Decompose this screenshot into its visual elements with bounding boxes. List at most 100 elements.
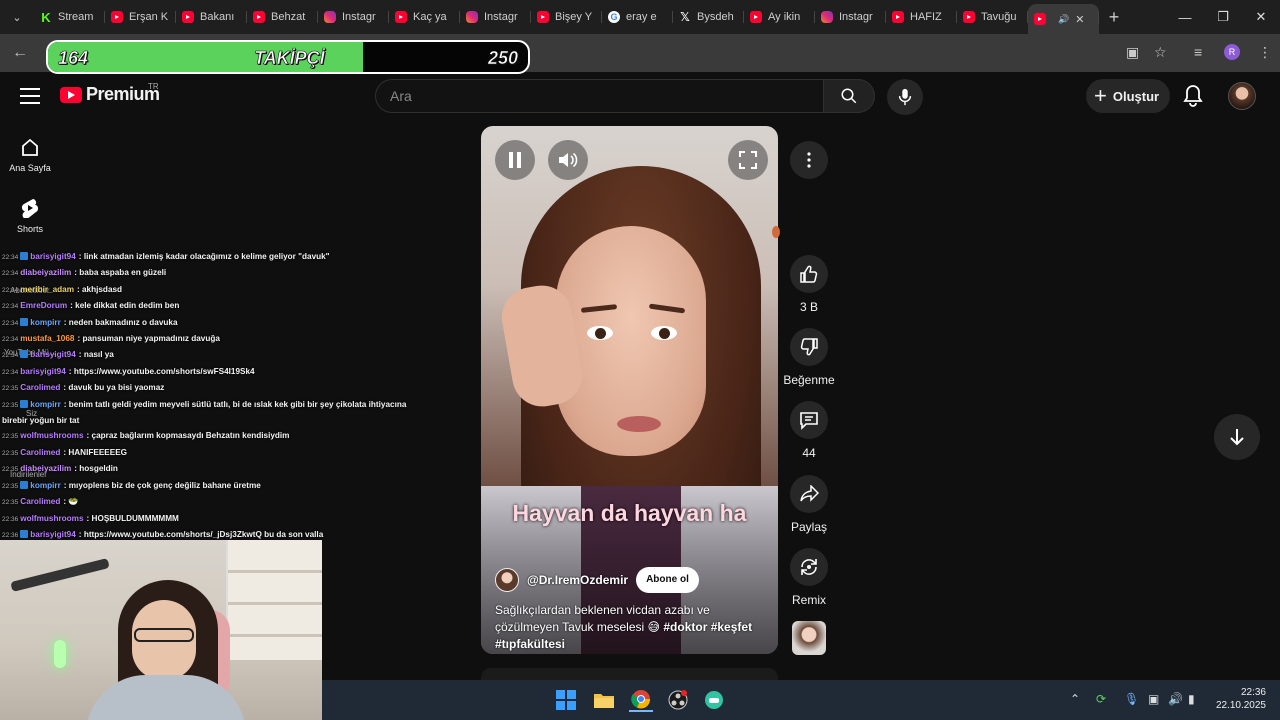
chat-username: barisyigit94	[20, 366, 66, 376]
tray-sync-icon[interactable]: ⟳	[1096, 692, 1106, 706]
channel-row: @Dr.IremOzdemir Abone ol	[495, 567, 699, 593]
browser-tab[interactable]: Bakanı	[176, 3, 247, 31]
comments-button[interactable]: 44	[776, 401, 842, 460]
tab-title: Instagr	[484, 11, 518, 23]
browser-tab[interactable]: Geray e	[602, 3, 673, 31]
chat-timestamp: 22:34	[2, 254, 19, 261]
browser-tab[interactable]: Behzat	[247, 3, 318, 31]
share-button[interactable]: Paylaş	[776, 475, 842, 534]
thumbs-down-icon	[800, 338, 818, 356]
obs-icon[interactable]	[666, 688, 690, 712]
tab-search-chevron-icon[interactable]: ⌄	[0, 0, 34, 34]
remix-button[interactable]: Remix	[776, 548, 842, 607]
tray-volume-icon[interactable]: 🔊	[1168, 692, 1183, 706]
x-icon: 𝕏	[680, 10, 690, 24]
close-window-button[interactable]: ✕	[1242, 0, 1280, 34]
sidebar-item-label: Shorts	[16, 224, 43, 234]
browser-tab[interactable]: Instagr	[460, 3, 531, 31]
back-arrow-icon[interactable]: ←	[12, 44, 28, 62]
file-explorer-icon[interactable]	[592, 688, 616, 712]
chat-message: 22:34 barisyigit94: nasıl ya	[2, 347, 402, 363]
browser-tab[interactable]: Instagr	[815, 3, 886, 31]
tab-title: Bysdeh	[697, 11, 734, 23]
bookmark-star-icon[interactable]: ☆	[1154, 44, 1167, 61]
chat-username: meribir_adam	[20, 284, 74, 294]
pause-button[interactable]	[495, 140, 535, 180]
video-description[interactable]: Sağlıkçılardan beklenen vicdan azabı ve …	[495, 602, 770, 653]
browser-menu-icon[interactable]: ⋮	[1258, 44, 1272, 61]
browser-tab[interactable]: HAFIZ	[886, 3, 957, 31]
chrome-icon[interactable]	[629, 688, 653, 712]
subscribe-button[interactable]: Abone ol	[636, 567, 699, 593]
video-subject-eye	[587, 326, 613, 340]
streamer-glasses	[134, 628, 194, 642]
sidebar-item-home[interactable]: Ana Sayfa	[0, 137, 60, 173]
account-avatar[interactable]	[1228, 82, 1256, 110]
chat-text: HOŞBULDUMMMMMM	[91, 513, 179, 523]
short-video-player[interactable]: Hayvan da hayvan ha @Dr.IremOzdemir Abon…	[481, 126, 778, 654]
tab-title: Ay ikin	[768, 11, 801, 23]
menu-icon[interactable]	[20, 88, 40, 104]
minimize-button[interactable]: —	[1166, 0, 1204, 34]
tray-network-icon[interactable]: ▣	[1148, 692, 1159, 706]
next-short-button[interactable]	[1214, 414, 1260, 460]
chat-username: wolfmushrooms	[20, 513, 84, 523]
chat-badge-icon	[20, 350, 29, 359]
channel-avatar[interactable]	[495, 568, 519, 592]
dislike-button[interactable]: Beğenme	[776, 328, 842, 387]
search-button[interactable]	[823, 79, 875, 113]
install-app-icon[interactable]: ▣	[1126, 44, 1139, 61]
tab-audio-icon[interactable]: 🔊	[1058, 14, 1069, 25]
browser-tab[interactable]: Erşan K	[105, 3, 176, 31]
browser-tab[interactable]: Ay ikin	[744, 3, 815, 31]
streamlabs-icon[interactable]	[702, 688, 726, 712]
sound-thumbnail[interactable]	[792, 621, 826, 655]
channel-name[interactable]: @Dr.IremOzdemir	[527, 573, 628, 587]
video-subject-lips	[617, 416, 661, 432]
browser-tab[interactable]: Bişey Y	[531, 3, 602, 31]
new-tab-button[interactable]: +	[1099, 2, 1129, 32]
media-control-icon[interactable]: ≡	[1194, 44, 1202, 60]
chat-message: 22:34 diabeiyazilim: baba aspaba en güzel…	[2, 265, 402, 281]
taskbar-clock[interactable]: 22:36 22.10.2025	[1206, 686, 1266, 712]
create-button[interactable]: + Oluştur	[1086, 79, 1170, 113]
chat-username: Carolimed	[20, 497, 61, 507]
chat-text: https://www.youtube.com/shorts/swFS4I19S…	[73, 366, 255, 376]
maximize-button[interactable]: ❐	[1204, 0, 1242, 34]
comment-icon	[800, 412, 818, 430]
like-button[interactable]: 3 B	[776, 255, 842, 314]
chat-text: HANIFEEEEEG	[68, 447, 128, 457]
youtube-premium-logo[interactable]: Premium TR	[60, 82, 160, 105]
notifications-bell-icon[interactable]	[1182, 84, 1204, 108]
chat-username: wolfmushrooms	[20, 431, 84, 441]
browser-tab[interactable]: 𝕏 Bysdeh	[673, 3, 744, 31]
chat-username: barisyigit94	[30, 529, 76, 539]
fullscreen-button[interactable]	[728, 140, 768, 180]
chat-badge-icon	[20, 252, 29, 260]
browser-tab[interactable]: Tavuğu	[957, 3, 1028, 31]
tray-chevron-icon[interactable]: ⌃	[1070, 692, 1080, 706]
windows-start-icon[interactable]	[554, 688, 578, 712]
browser-tab[interactable]: 🔊 ✕	[1028, 4, 1099, 34]
browser-tab[interactable]: K Stream	[34, 3, 105, 31]
pause-icon	[509, 152, 521, 168]
voice-search-button[interactable]	[887, 79, 923, 115]
more-options-button[interactable]	[790, 141, 828, 179]
profile-icon[interactable]: R	[1224, 44, 1240, 60]
sidebar-item-shorts[interactable]: Shorts	[0, 198, 60, 234]
browser-tab[interactable]: Instagr	[318, 3, 389, 31]
chat-badge-icon	[20, 399, 29, 408]
tray-mic-icon[interactable]: 🎙	[1124, 692, 1139, 706]
tab-close-icon[interactable]: ✕	[1075, 13, 1084, 26]
follower-current: 164	[58, 48, 89, 69]
chat-timestamp: 22:35	[2, 482, 19, 490]
volume-button[interactable]	[548, 140, 588, 180]
chat-text: link atmadan izlemiş kadar olacağımız o …	[83, 252, 330, 261]
search-input[interactable]: Ara	[375, 79, 823, 113]
chat-username: EmreDorum	[20, 301, 68, 311]
mic-icon	[898, 88, 912, 106]
tray-battery-icon[interactable]: ▮	[1188, 692, 1195, 706]
chat-timestamp: 22:34	[2, 352, 19, 360]
chat-timestamp: 22:36	[2, 515, 19, 523]
browser-tab[interactable]: Kaç ya	[389, 3, 460, 31]
